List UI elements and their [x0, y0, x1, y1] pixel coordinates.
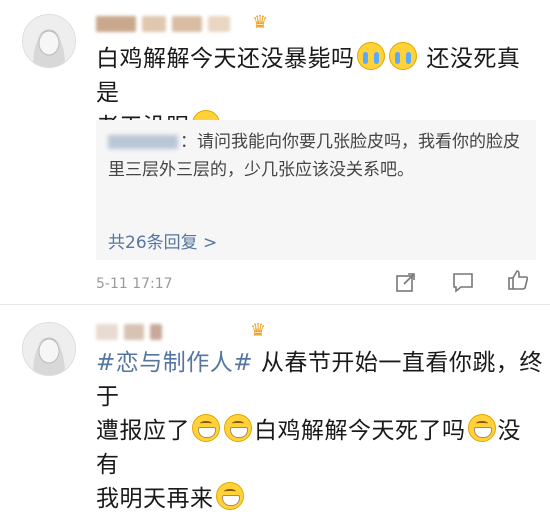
grinning-emoji-icon: [192, 414, 220, 442]
more-replies-link[interactable]: 共26条回复 >: [108, 228, 217, 253]
reply-username-blurred[interactable]: [108, 135, 178, 149]
divider: [0, 304, 550, 305]
reply-text: ：请问我能向你要几张脸皮吗，我看你的脸皮里三层外三层的，少几张应该没关系吧。: [108, 132, 520, 180]
crying-emoji-icon: [356, 42, 385, 70]
grinning-emoji-icon: [215, 482, 244, 510]
crown-icon: ♛: [252, 12, 269, 33]
grinning-emoji-icon: [224, 414, 252, 442]
hashtag-link[interactable]: #恋与制作人#: [96, 350, 253, 376]
crown-icon: ♛: [250, 320, 267, 341]
timestamp: 5-11 17:17: [96, 276, 173, 292]
avatar-portrait-icon: [23, 323, 75, 375]
grinning-emoji-icon: [467, 414, 496, 442]
username-blurred[interactable]: [96, 14, 230, 34]
avatar[interactable]: [22, 322, 76, 376]
username-blurred[interactable]: [96, 322, 162, 342]
comment-item-2: ♛ #恋与制作人# 从春节开始一直看你跳，终于 遭报应了 白鸡解解今天死了吗 没有 …: [0, 312, 550, 512]
comment-icon[interactable]: [451, 270, 475, 298]
share-icon[interactable]: [394, 270, 418, 298]
comment-item-1: ♛ 白鸡解解今天还没暴毙吗 还没死真是 老天没眼 ：请问我能向你要几张脸皮吗，我…: [0, 0, 550, 310]
avatar-portrait-icon: [23, 15, 75, 67]
crying-emoji-icon: [388, 42, 417, 70]
thumbs-up-icon[interactable]: [506, 268, 530, 296]
comment-body: #恋与制作人# 从春节开始一直看你跳，终于 遭报应了 白鸡解解今天死了吗 没有 我明…: [96, 350, 543, 512]
avatar[interactable]: [22, 14, 76, 68]
reply-preview[interactable]: ：请问我能向你要几张脸皮吗，我看你的脸皮里三层外三层的，少几张应该没关系吧。 共…: [96, 120, 536, 260]
